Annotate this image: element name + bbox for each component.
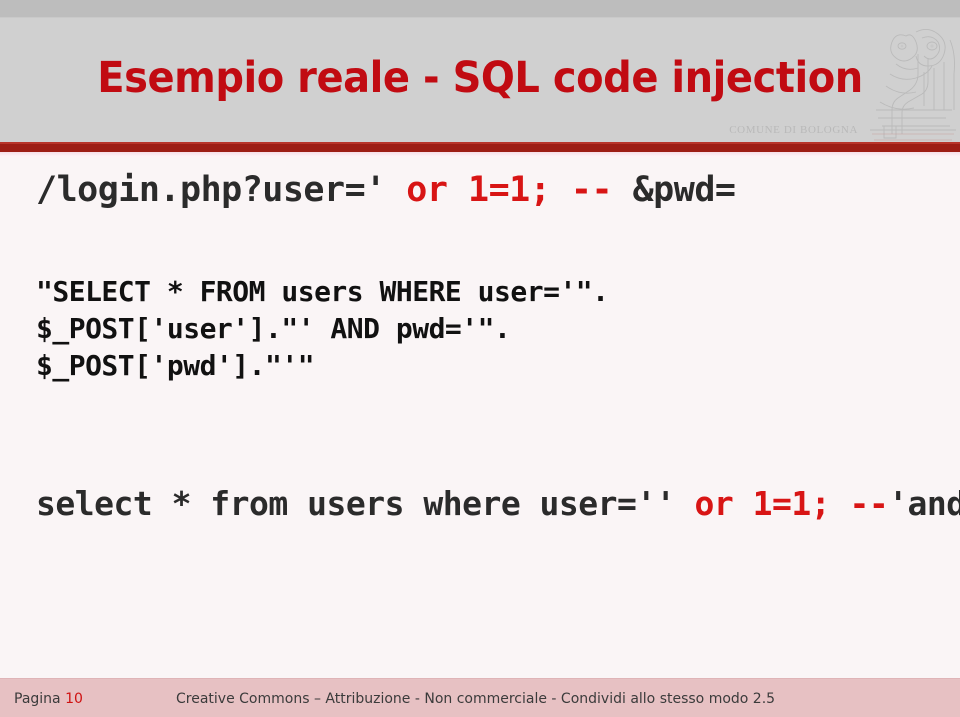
- url-suffix: &pwd=: [612, 170, 736, 210]
- slide-body: /login.php?user=' or 1=1; -- &pwd= "SELE…: [0, 159, 960, 678]
- slide-footer: Pagina 10 Creative Commons – Attribuzion…: [0, 678, 960, 717]
- php-line-3: $_POST['pwd']."'": [36, 349, 315, 382]
- slide: COMUNE DI BOLOGNA Esempio reale - SQL co…: [0, 0, 960, 717]
- url-injection: or 1=1; --: [385, 170, 613, 210]
- php-code-snippet: "SELECT * FROM users WHERE user='". $_POS…: [36, 273, 609, 384]
- slide-header: COMUNE DI BOLOGNA Esempio reale - SQL co…: [0, 0, 960, 142]
- header-top-strip: [0, 0, 960, 18]
- page-indicator: Pagina 10: [14, 691, 83, 707]
- php-line-2: $_POST['user']."' AND pwd='".: [36, 312, 511, 345]
- logo-caption: COMUNE DI BOLOGNA: [729, 124, 858, 136]
- license-notice: Creative Commons – Attribuzione - Non co…: [176, 691, 776, 707]
- url-code-line: /login.php?user=' or 1=1; -- &pwd=: [36, 168, 736, 212]
- page-number: 10: [65, 691, 83, 707]
- sql-prefix: select * from users where user='': [36, 484, 676, 523]
- php-line-1: "SELECT * FROM users WHERE user='".: [36, 275, 609, 308]
- slide-title: Esempio reale - SQL code injection: [97, 53, 863, 103]
- sql-injection: or 1=1; --: [675, 484, 889, 523]
- page-label: Pagina: [14, 691, 61, 707]
- url-prefix: /login.php?user=': [36, 170, 386, 210]
- sql-suffix: 'and pwd='': [888, 484, 960, 523]
- header-divider-glow: [0, 152, 960, 159]
- sql-result-code: select * from users where user='' or 1=1…: [36, 480, 960, 528]
